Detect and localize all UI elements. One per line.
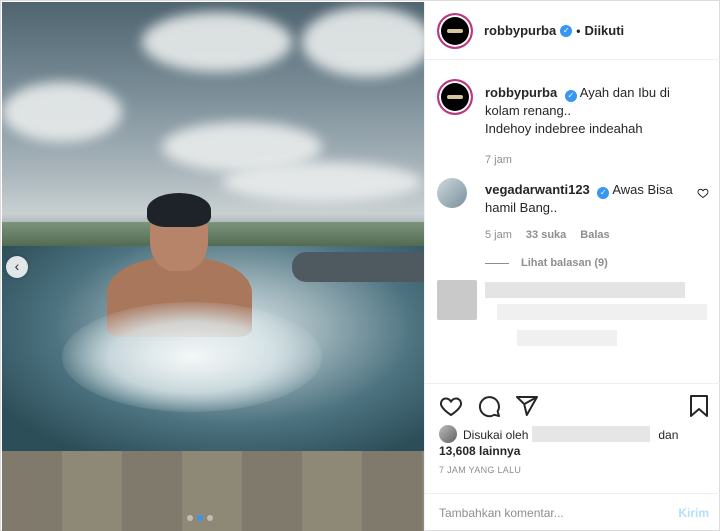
carousel-dot-active [197,515,203,521]
carousel-dot [207,515,213,521]
comment-likes[interactable]: 33 suka [526,229,566,241]
commenter-username[interactable]: vegadarwanti123 [485,182,590,197]
action-icons [439,394,539,418]
view-replies-label: Lihat balasan (9) [521,257,608,269]
cloud [222,162,422,202]
caption-time: 7 jam [485,154,512,166]
caption-avatar[interactable] [437,79,473,115]
post-photo[interactable]: ‹ [2,2,424,531]
caption: robbypurba ✓ Ayah dan Ibu di kolam renan… [437,79,707,166]
replies-line [485,262,509,264]
cloud [2,82,122,142]
verified-icon: ✓ [597,187,610,199]
comment-meta: 5 jam 33 suka Balas [485,229,707,241]
person-hair [147,193,211,227]
comment-time: 5 jam [485,229,512,241]
save-bookmark-icon[interactable] [687,394,711,418]
view-replies-button[interactable]: Lihat balasan (9) [485,257,707,269]
hidden-liker-name [532,426,651,442]
likes-count[interactable]: 13,608 lainnya [439,444,520,458]
blurred-avatar [437,280,477,320]
share-paper-plane-icon[interactable] [515,394,539,418]
verified-icon: ✓ [564,90,577,102]
water-splash [62,302,322,412]
comments-section: robbypurba ✓ Ayah dan Ibu di kolam renan… [425,60,720,383]
carousel-dot [187,515,193,521]
like-heart-icon[interactable] [439,394,463,418]
post-comment-button[interactable]: Kirim [678,506,709,520]
caption-username[interactable]: robbypurba [485,85,557,100]
likes-prefix: Disukai oleh [463,428,529,442]
likes-summary: Disukai oleh dan 13,608 lainnya [439,425,709,459]
follow-status-button[interactable]: Diikuti [584,23,624,38]
author-username[interactable]: robbypurba [484,23,556,38]
pool-float [292,252,424,282]
comment-like-heart-icon[interactable] [697,187,709,202]
blurred-comment [437,280,707,360]
commenter-avatar[interactable] [437,178,467,208]
verified-icon: ✓ [560,24,573,37]
comment-text: vegadarwanti123 ✓ Awas Bisa hamil Bang.. [485,177,675,217]
comment-bubble-icon[interactable] [477,394,501,418]
post-header: robbypurba ✓ • Diikuti [425,2,720,60]
caption-body-line2: Indehoy indebree indeahah [485,121,643,136]
reply-button[interactable]: Balas [580,229,609,241]
cloud [142,12,292,72]
comment-item: vegadarwanti123 ✓ Awas Bisa hamil Bang..… [437,177,709,269]
separator-dot: • [576,23,581,38]
post-panel: robbypurba ✓ • Diikuti robbypurba ✓ Ayah… [424,2,720,531]
comment-input[interactable] [439,505,679,520]
blurred-text [517,330,617,346]
carousel-dots [187,515,213,521]
previous-photo-button[interactable]: ‹ [6,256,28,278]
liker-avatar[interactable] [439,425,457,443]
post-frame: ‹ robbypurba ✓ • Diikuti robbypurba ✓ Ay… [0,0,720,531]
likes-and: dan [658,428,679,442]
pool-ledge [2,451,424,531]
author-avatar[interactable] [437,12,473,49]
action-bar: Disukai oleh dan 13,608 lainnya 7 JAM YAN… [425,383,720,493]
caption-text: robbypurba ✓ Ayah dan Ibu di kolam renan… [485,79,707,138]
blurred-text [497,304,707,320]
add-comment-bar: Kirim [425,493,720,531]
post-timestamp: 7 JAM YANG LALU [439,465,522,475]
cloud [302,7,424,77]
blurred-text [485,282,685,298]
